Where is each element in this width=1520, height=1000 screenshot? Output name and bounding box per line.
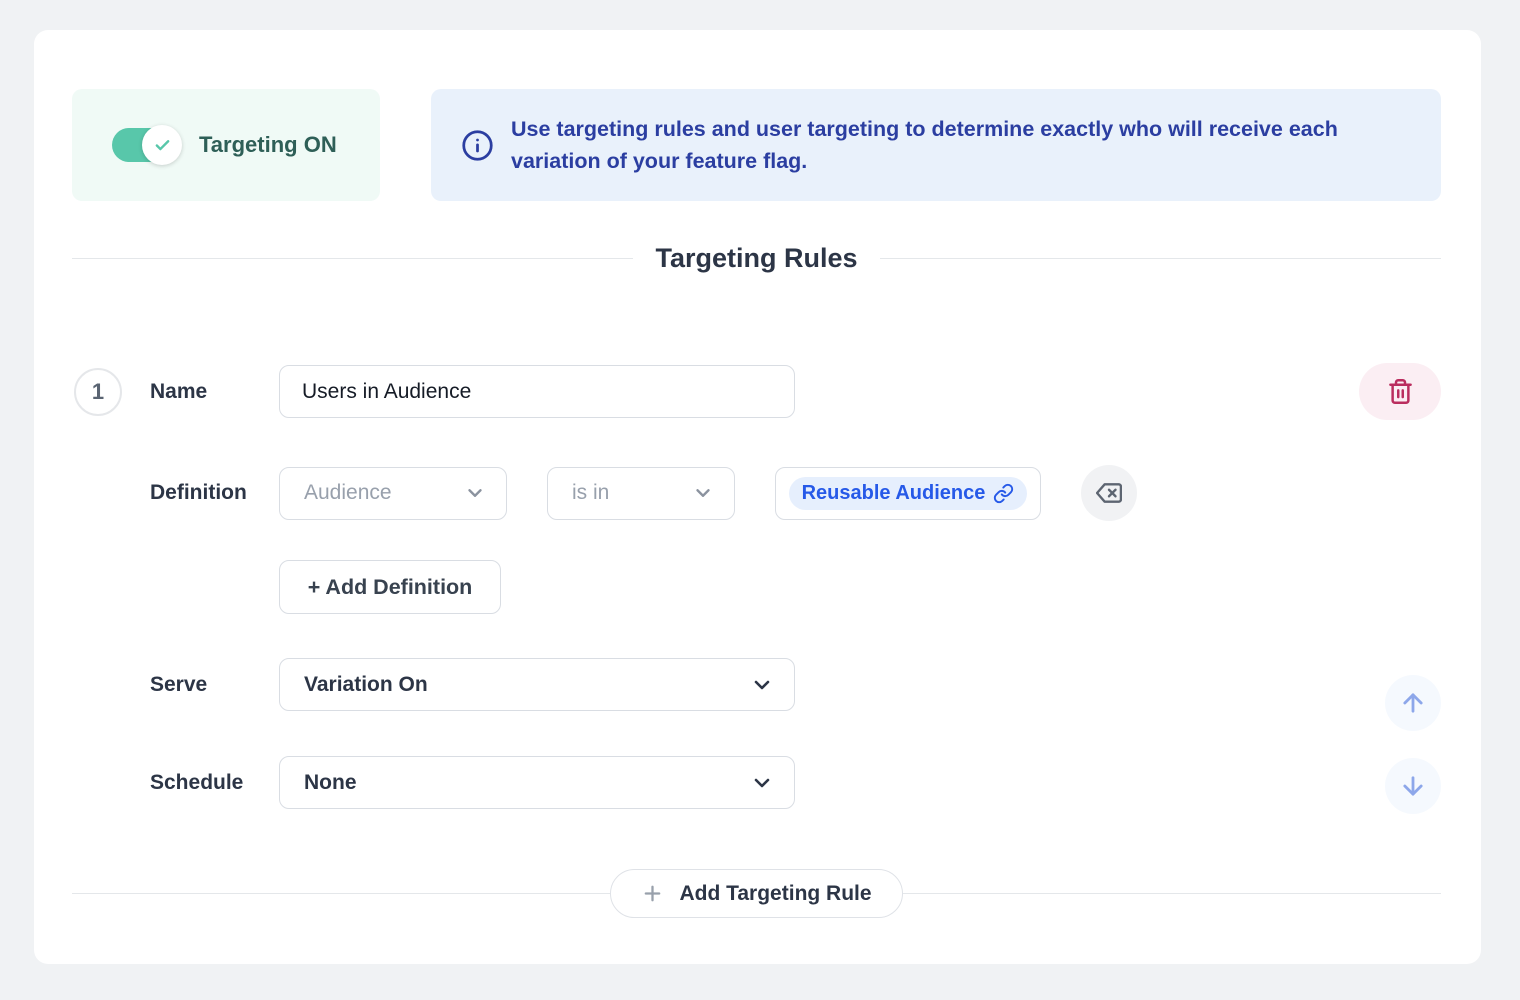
schedule-select-value: None [304, 771, 357, 795]
add-definition-button[interactable]: + Add Definition [279, 560, 501, 614]
add-targeting-rule-label: Add Targeting Rule [679, 882, 871, 906]
serve-select-value: Variation On [304, 673, 428, 697]
top-row: Targeting ON Use targeting rules and use… [72, 89, 1441, 201]
info-banner-text: Use targeting rules and user targeting t… [511, 113, 1391, 177]
reusable-audience-label: Reusable Audience [802, 482, 986, 505]
chevron-down-icon [464, 482, 486, 504]
info-banner: Use targeting rules and user targeting t… [431, 89, 1441, 201]
divider-line [903, 893, 1441, 894]
rule-definition-row: Definition Audience is in Reusable Audie… [72, 465, 1441, 521]
operator-select-value: is in [572, 481, 609, 505]
serve-select[interactable]: Variation On [279, 658, 795, 711]
move-rule-down-button[interactable] [1385, 758, 1441, 814]
name-label: Name [150, 380, 279, 404]
reusable-audience-chip[interactable]: Reusable Audience [789, 477, 1028, 510]
section-header: Targeting Rules [72, 242, 1441, 275]
attribute-select-value: Audience [304, 481, 392, 505]
backspace-icon [1096, 480, 1122, 506]
move-rule-up-button[interactable] [1385, 675, 1441, 731]
add-definition-row: + Add Definition [72, 560, 1441, 614]
trash-icon [1387, 378, 1414, 405]
schedule-label: Schedule [150, 771, 279, 795]
add-targeting-rule-button[interactable]: Add Targeting Rule [610, 869, 902, 918]
attribute-select[interactable]: Audience [279, 467, 507, 520]
operator-select[interactable]: is in [547, 467, 735, 520]
targeting-rule: 1 Name Definition Audience is in Reusabl… [72, 363, 1441, 809]
plus-icon [641, 882, 664, 905]
divider-line [72, 258, 633, 259]
check-icon [154, 137, 171, 154]
targeting-status-label: Targeting ON [199, 132, 337, 158]
targeting-toggle[interactable] [112, 128, 178, 162]
footer-row: Add Targeting Rule [72, 869, 1441, 918]
rule-number-badge: 1 [74, 368, 122, 416]
toggle-knob [142, 125, 182, 165]
page-background: { "toggle": { "label": "Targeting ON", "… [0, 0, 1520, 1000]
link-icon [993, 483, 1014, 504]
rule-name-row: 1 Name [72, 363, 1441, 420]
targeting-toggle-panel: Targeting ON [72, 89, 380, 201]
rule-number-column: 1 [72, 368, 150, 416]
serve-label: Serve [150, 673, 279, 697]
clear-definition-button[interactable] [1081, 465, 1137, 521]
chevron-down-icon [750, 673, 774, 697]
schedule-select[interactable]: None [279, 756, 795, 809]
divider-line [72, 893, 610, 894]
delete-rule-button[interactable] [1359, 363, 1441, 420]
targeting-panel: Targeting ON Use targeting rules and use… [34, 30, 1481, 964]
arrow-up-icon [1399, 689, 1427, 717]
definition-label: Definition [150, 481, 279, 505]
chevron-down-icon [750, 771, 774, 795]
audience-value-box: Reusable Audience [775, 467, 1041, 520]
rule-schedule-row: Schedule None [72, 756, 1441, 809]
info-icon [461, 129, 494, 162]
rule-serve-row: Serve Variation On [72, 658, 1441, 711]
arrow-down-icon [1399, 772, 1427, 800]
divider-line [880, 258, 1441, 259]
rule-name-input[interactable] [279, 365, 795, 418]
chevron-down-icon [692, 482, 714, 504]
section-title: Targeting Rules [655, 242, 857, 275]
